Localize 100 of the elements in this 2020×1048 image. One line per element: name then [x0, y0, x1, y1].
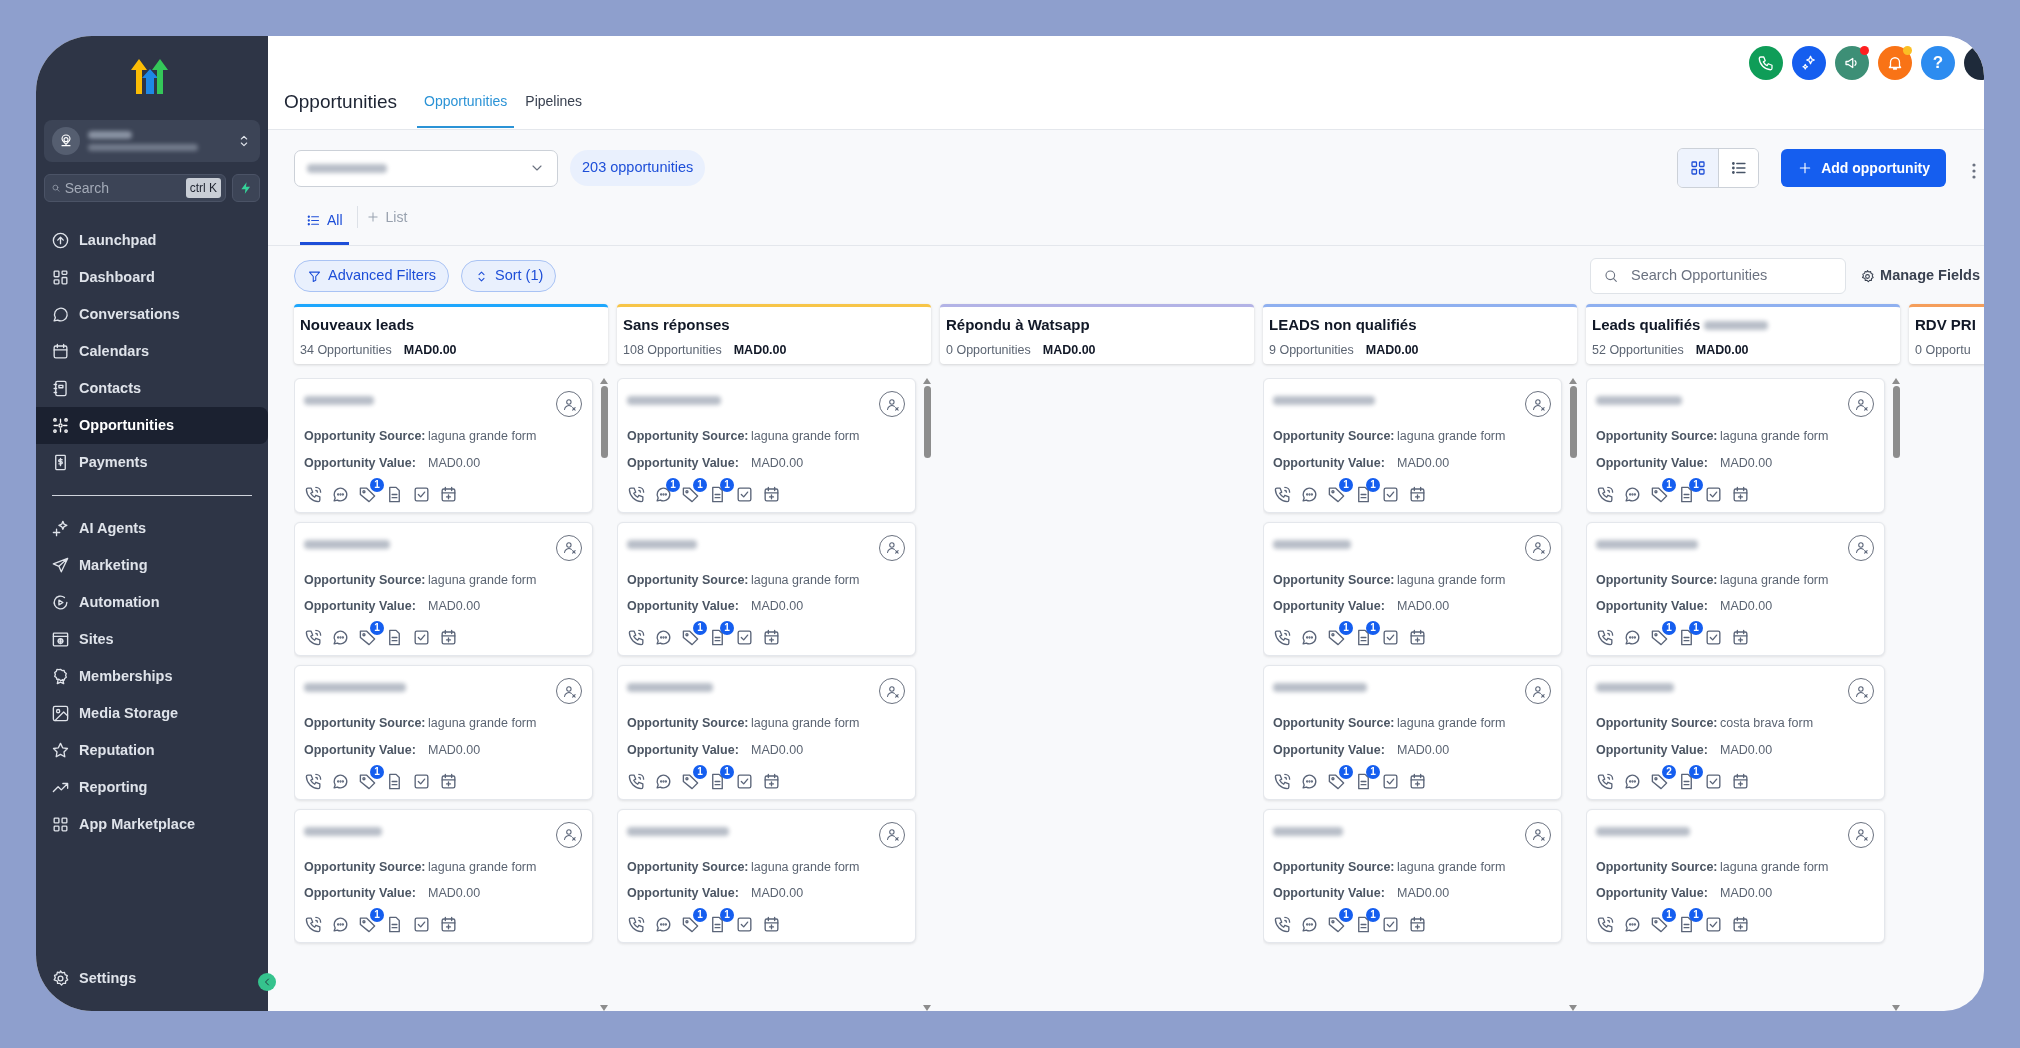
unassigned-user-button[interactable] — [556, 391, 582, 417]
sidebar-item[interactable]: Settings — [36, 960, 151, 997]
collapse-sidebar-button[interactable] — [258, 973, 276, 991]
opportunity-source: laguna grande form — [428, 858, 537, 876]
account-switcher[interactable] — [44, 120, 260, 162]
scroll-up-arrow-icon[interactable] — [1569, 378, 1577, 384]
checkbox-icon — [1704, 915, 1723, 934]
scroll-down-arrow-icon[interactable] — [1892, 1005, 1900, 1011]
scroll-down-arrow-icon[interactable] — [1569, 1005, 1577, 1011]
sidebar-item[interactable]: Reputation — [36, 732, 268, 769]
chat-bubble-icon — [654, 915, 673, 934]
checkbox-icon — [1381, 628, 1400, 647]
scrollbar-thumb[interactable] — [1569, 386, 1577, 458]
opportunity-value: MAD0.00 — [1397, 598, 1450, 616]
unassigned-user-button[interactable] — [879, 821, 905, 848]
page-tab[interactable]: Pipelines — [518, 91, 590, 128]
calendar-plus-icon — [1731, 771, 1750, 791]
sidebar-item[interactable]: App Marketplace — [36, 806, 268, 843]
advanced-filters-button[interactable]: Advanced Filters — [294, 260, 449, 292]
stage-count: 108 Opportunities — [623, 341, 722, 359]
scroll-up-arrow-icon[interactable] — [923, 378, 931, 384]
scroll-down-arrow-icon[interactable] — [600, 1005, 608, 1011]
sidebar-item[interactable]: Contacts — [36, 370, 268, 407]
opportunity-source-label: Opportunity Source: — [304, 428, 427, 445]
add-opportunity-button[interactable]: Add opportunity — [1781, 149, 1946, 187]
unassigned-user-button[interactable] — [1525, 391, 1551, 417]
unassigned-user-button[interactable] — [556, 678, 582, 704]
calendar-plus-icon — [762, 628, 781, 647]
unassigned-user-button[interactable] — [879, 678, 905, 704]
opportunity-value: MAD0.00 — [751, 741, 804, 759]
count-badge: 1 — [720, 621, 734, 635]
opportunity-source: laguna grande form — [751, 571, 860, 589]
unassigned-user-button[interactable] — [1848, 678, 1874, 704]
checkbox-icon — [1704, 628, 1723, 647]
filter-icon — [307, 268, 322, 284]
tag-icon — [358, 484, 377, 504]
user-x-icon — [884, 827, 900, 842]
unassigned-user-button[interactable] — [1848, 534, 1874, 561]
search-field[interactable]: Search ctrl K — [44, 174, 226, 202]
scrollbar-thumb[interactable] — [600, 386, 608, 458]
quick-actions-button[interactable] — [232, 174, 260, 202]
browser-globe-icon — [51, 630, 70, 649]
unassigned-user-button[interactable] — [1848, 821, 1874, 848]
sidebar-item[interactable]: Payments — [36, 444, 268, 481]
header-icon-button[interactable] — [1835, 46, 1869, 80]
sidebar-item[interactable]: Dashboard — [36, 259, 268, 296]
scroll-up-arrow-icon[interactable] — [600, 378, 608, 384]
unassigned-user-button[interactable] — [879, 391, 905, 417]
unassigned-user-button[interactable] — [1525, 678, 1551, 704]
sidebar-item[interactable]: Launchpad — [36, 222, 268, 259]
unassigned-user-button[interactable] — [1848, 391, 1874, 417]
tag-icon — [1650, 628, 1669, 647]
count-badge: 1 — [1662, 477, 1676, 492]
header-icon-button[interactable] — [1792, 46, 1826, 80]
unassigned-user-button[interactable] — [879, 534, 905, 561]
sidebar-item[interactable]: Sites — [36, 621, 268, 658]
opportunity-value: MAD0.00 — [751, 885, 804, 903]
opportunity-value: MAD0.00 — [751, 598, 804, 616]
view-toggle-button[interactable] — [1678, 149, 1719, 187]
opportunity-search-field[interactable]: Search Opportunities — [1590, 258, 1847, 294]
stage-value: MAD0.00 — [1042, 341, 1096, 359]
manage-fields-button[interactable]: Manage Fields — [1858, 265, 1982, 287]
scroll-up-arrow-icon[interactable] — [1892, 378, 1900, 384]
smart-list-tab[interactable]: All — [300, 206, 349, 245]
sidebar-item[interactable]: Opportunities — [36, 407, 268, 444]
tag-icon — [681, 628, 700, 647]
grid-view-icon — [1689, 159, 1708, 177]
tag-icon — [1327, 915, 1346, 934]
sidebar-item[interactable]: Marketing — [36, 547, 268, 584]
stage-count: 0 Opportunities — [946, 341, 1031, 359]
sidebar-item[interactable]: AI Agents — [36, 510, 268, 547]
header-icon-button[interactable] — [1878, 46, 1912, 80]
scrollbar-thumb[interactable] — [923, 386, 931, 458]
phone-icon — [1596, 915, 1615, 934]
search-input[interactable]: Search — [64, 177, 182, 199]
sidebar-item[interactable]: Automation — [36, 584, 268, 621]
scroll-down-arrow-icon[interactable] — [923, 1005, 931, 1011]
calendar-plus-icon — [1731, 915, 1750, 934]
calendar-plus-icon — [439, 484, 458, 504]
stage-title: LEADS non qualifiés — [1269, 315, 1417, 335]
user-x-icon — [1853, 396, 1869, 412]
sidebar-item[interactable]: Reporting — [36, 769, 268, 806]
unassigned-user-button[interactable] — [1525, 821, 1551, 848]
opportunity-value: MAD0.00 — [428, 741, 481, 759]
header-icon-button[interactable] — [1749, 46, 1783, 80]
view-toggle-button[interactable] — [1718, 149, 1759, 187]
sidebar-item[interactable]: Conversations — [36, 296, 268, 333]
scrollbar-thumb[interactable] — [1892, 386, 1900, 458]
sort-button[interactable]: Sort (1) — [461, 260, 557, 292]
unassigned-user-button[interactable] — [556, 821, 582, 848]
unassigned-user-button[interactable] — [556, 534, 582, 561]
sidebar-item[interactable]: Calendars — [36, 333, 268, 370]
unassigned-user-button[interactable] — [1525, 534, 1551, 561]
chat-bubble-icon — [331, 484, 350, 504]
network-icon — [51, 416, 70, 435]
sidebar-item[interactable]: Media Storage — [36, 695, 268, 732]
tag-icon — [358, 915, 377, 934]
opportunity-value: MAD0.00 — [1397, 885, 1450, 903]
search-input[interactable]: Search Opportunities — [1629, 264, 1834, 288]
sidebar-item[interactable]: Memberships — [36, 658, 268, 695]
